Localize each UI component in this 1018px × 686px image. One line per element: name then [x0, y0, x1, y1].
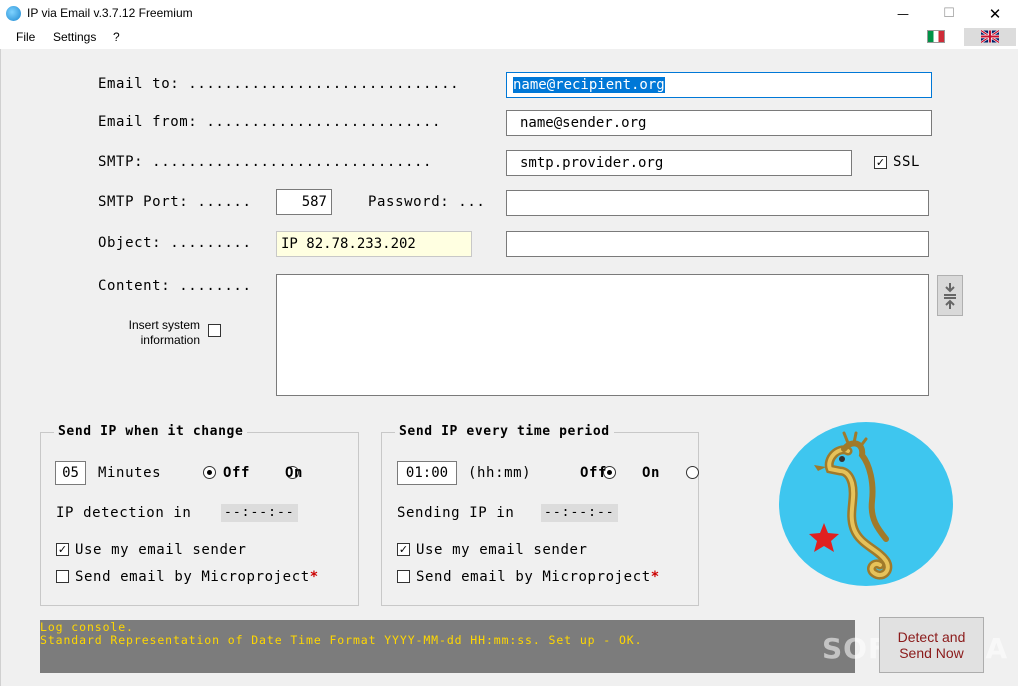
object-label: Object: .........	[98, 235, 252, 251]
content-label: Content: ........	[98, 278, 252, 294]
log-console: Log console. Standard Representation of …	[40, 620, 855, 673]
change-send-by-micro-text: Send email by Microproject	[75, 569, 310, 585]
sending-ip-countdown: --:--:--	[541, 504, 618, 522]
maximize-button[interactable]: ☐	[926, 0, 972, 27]
seahorse-logo-icon	[779, 422, 953, 586]
insert-system-info-line1: Insert system	[128, 318, 200, 332]
change-use-sender-checkbox[interactable]: ✓	[56, 543, 69, 556]
insert-system-info-checkbox[interactable]	[208, 324, 221, 337]
detect-and-send-button[interactable]: Detect and Send Now	[879, 617, 984, 673]
menu-file[interactable]: File	[16, 30, 35, 44]
minimize-button[interactable]: —	[880, 0, 926, 27]
period-send-by-micro-checkbox[interactable]	[397, 570, 410, 583]
uk-flag-icon	[981, 30, 999, 43]
minutes-label: Minutes	[98, 465, 162, 481]
ssl-label: SSL	[893, 154, 921, 170]
menu-bar: File Settings ?	[0, 27, 1018, 49]
change-use-sender-label: Use my email sender	[75, 542, 247, 558]
smtp-port-input[interactable]: 587	[276, 189, 332, 215]
log-line-2: Standard Representation of Date Time For…	[40, 633, 643, 647]
window-title: IP via Email v.3.7.12 Freemium	[27, 6, 193, 20]
send-button-line1: Detect and	[897, 629, 966, 645]
ip-detection-label: IP detection in	[56, 505, 192, 521]
send-button-line2: Send Now	[899, 645, 964, 661]
period-time-format: (hh:mm)	[468, 465, 532, 481]
period-off-label: Off	[580, 465, 608, 481]
smtp-port-label: SMTP Port: ......	[98, 194, 252, 210]
italian-flag-icon[interactable]	[927, 30, 945, 43]
group-send-on-change-title: Send IP when it change	[54, 424, 248, 439]
period-asterisk: *	[650, 569, 660, 585]
change-asterisk: *	[309, 569, 319, 585]
password-input[interactable]	[506, 190, 929, 216]
ip-detection-countdown: --:--:--	[221, 504, 298, 522]
email-to-label: Email to: ..............................	[98, 76, 460, 92]
smtp-label: SMTP: ...............................	[98, 154, 433, 170]
minutes-input[interactable]: 05	[55, 461, 86, 485]
change-send-by-micro-label: Send email by Microproject*	[75, 569, 319, 585]
object-extra-input[interactable]	[506, 231, 929, 257]
change-off-radio[interactable]	[203, 466, 216, 479]
expand-content-button[interactable]	[937, 275, 963, 316]
insert-system-info-label: Insert system information	[110, 318, 200, 348]
group-send-periodic-title: Send IP every time period	[395, 424, 614, 439]
ssl-checkbox[interactable]: ✓	[874, 155, 887, 169]
change-on-label: On	[285, 465, 304, 481]
period-use-sender-label: Use my email sender	[416, 542, 588, 558]
password-label: Password: ...	[368, 194, 486, 210]
title-bar: IP via Email v.3.7.12 Freemium — ☐ ✕	[0, 0, 1018, 27]
email-to-value: name@recipient.org	[513, 77, 665, 93]
period-on-label: On	[642, 465, 661, 481]
insert-system-info-line2: information	[140, 333, 200, 347]
change-send-by-micro-checkbox[interactable]	[56, 570, 69, 583]
menu-settings[interactable]: Settings	[53, 30, 96, 44]
email-from-input[interactable]: name@sender.org	[506, 110, 932, 136]
sending-ip-label: Sending IP in	[397, 505, 515, 521]
period-send-by-micro-label: Send email by Microproject*	[416, 569, 660, 585]
period-time-input[interactable]: 01:00	[397, 461, 457, 485]
object-input[interactable]: IP 82.78.233.202	[276, 231, 472, 257]
email-from-label: Email from: ..........................	[98, 114, 442, 130]
close-button[interactable]: ✕	[972, 0, 1018, 27]
language-en-button[interactable]	[964, 28, 1016, 46]
change-off-label: Off	[223, 465, 251, 481]
email-to-input[interactable]: name@recipient.org	[506, 72, 932, 98]
app-icon	[6, 6, 21, 21]
smtp-input[interactable]: smtp.provider.org	[506, 150, 852, 176]
content-textarea[interactable]	[276, 274, 929, 396]
ssl-checkbox-group[interactable]: ✓ SSL	[874, 154, 920, 170]
collapse-arrows-icon	[944, 282, 956, 309]
period-send-by-micro-text: Send email by Microproject	[416, 569, 651, 585]
period-use-sender-checkbox[interactable]: ✓	[397, 543, 410, 556]
menu-help[interactable]: ?	[113, 30, 120, 44]
